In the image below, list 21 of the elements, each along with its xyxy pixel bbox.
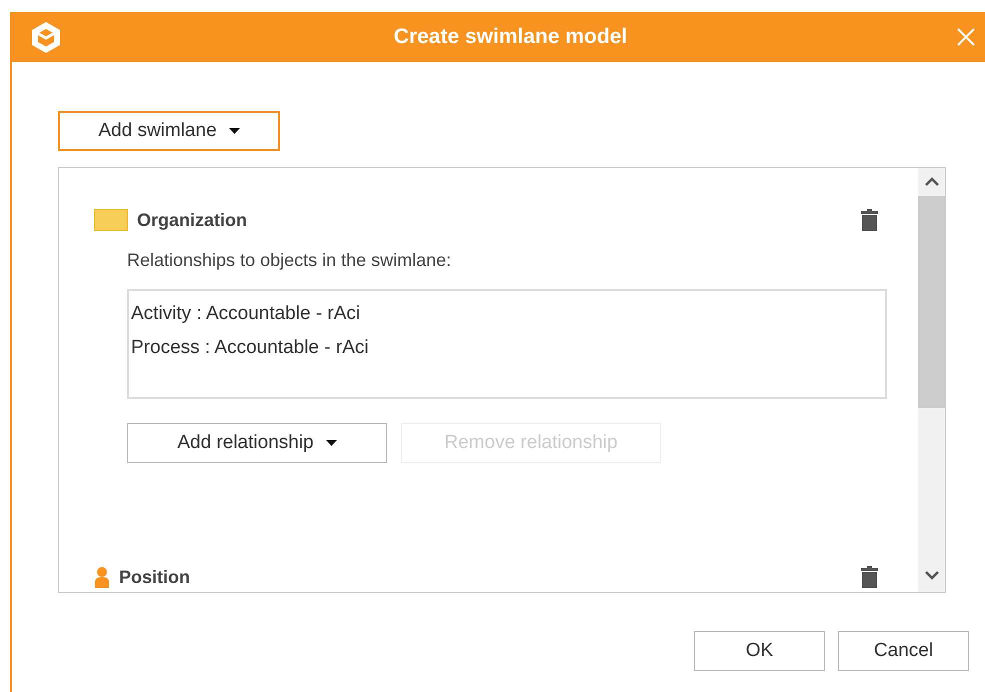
add-swimlane-button[interactable]: Add swimlane <box>58 111 280 151</box>
caret-icon <box>228 128 240 134</box>
add-relationship-button[interactable]: Add relationship <box>127 423 387 463</box>
cancel-button[interactable]: Cancel <box>838 631 969 671</box>
scrollbar[interactable] <box>918 168 945 592</box>
person-icon <box>94 566 110 588</box>
trash-icon[interactable] <box>861 566 878 588</box>
scroll-down-icon[interactable] <box>924 571 938 580</box>
caret-icon <box>326 440 337 446</box>
trash-icon[interactable] <box>861 209 878 231</box>
relationships-label: Relationships to objects in the swimlane: <box>127 250 452 271</box>
relationship-item[interactable]: Process : Accountable - rAci <box>131 331 883 365</box>
folder-icon <box>94 209 128 231</box>
swimlane-name: Organization <box>137 210 248 230</box>
ok-button[interactable]: OK <box>694 631 825 671</box>
window-title: Create swimlane model <box>392 25 628 49</box>
scroll-thumb[interactable] <box>918 196 945 408</box>
scroll-up-icon[interactable] <box>924 177 938 186</box>
swimlane-name: Position <box>119 566 191 588</box>
relationship-item[interactable]: Activity : Accountable - rAci <box>131 297 883 331</box>
relationships-list[interactable]: Activity : Accountable - rAci Process : Accountable - rAci <box>127 289 887 399</box>
